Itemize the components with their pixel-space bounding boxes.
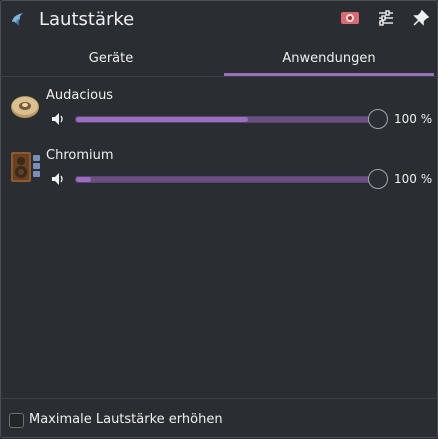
audio-card-icon [340,9,360,31]
header: Lautstärke [0,0,438,40]
pin-icon [412,9,430,31]
level-meter-fill [76,177,91,182]
app-name: Audacious [46,88,114,103]
tab-bar: Geräte Anwendungen [0,44,438,77]
pin-button[interactable] [410,9,432,31]
volume-percent: 100 % [394,112,433,126]
application-stream-audacious: Audacious 100 % [0,86,438,142]
app-name: Chromium [46,148,114,163]
tab-devices[interactable]: Geräte [0,44,222,74]
volume-slider-handle[interactable] [368,169,388,189]
volume-mute-toggle-icon[interactable] [50,111,66,127]
tab-applications[interactable]: Anwendungen [224,44,434,76]
volume-applet-icon [9,10,27,28]
volume-mute-toggle-icon[interactable] [50,171,66,187]
configure-button[interactable] [375,9,397,31]
application-stream-chromium: Chromium 100 % [0,146,438,202]
configure-icon [377,9,395,31]
audacious-icon [10,91,40,123]
footer: Maximale Lautstärke erhöhen [0,398,438,439]
volume-slider-handle[interactable] [368,109,388,129]
raise-max-volume-label[interactable]: Maximale Lautstärke erhöhen [29,412,223,428]
chromium-speaker-icon [10,150,40,182]
window-title: Lautstärke [39,9,135,30]
volume-slider[interactable] [75,176,373,183]
raise-max-volume-checkbox[interactable] [9,413,24,428]
level-meter-fill [76,117,248,122]
audio-card-button[interactable] [339,9,361,31]
volume-percent: 100 % [394,172,433,186]
volume-slider[interactable] [75,116,373,123]
